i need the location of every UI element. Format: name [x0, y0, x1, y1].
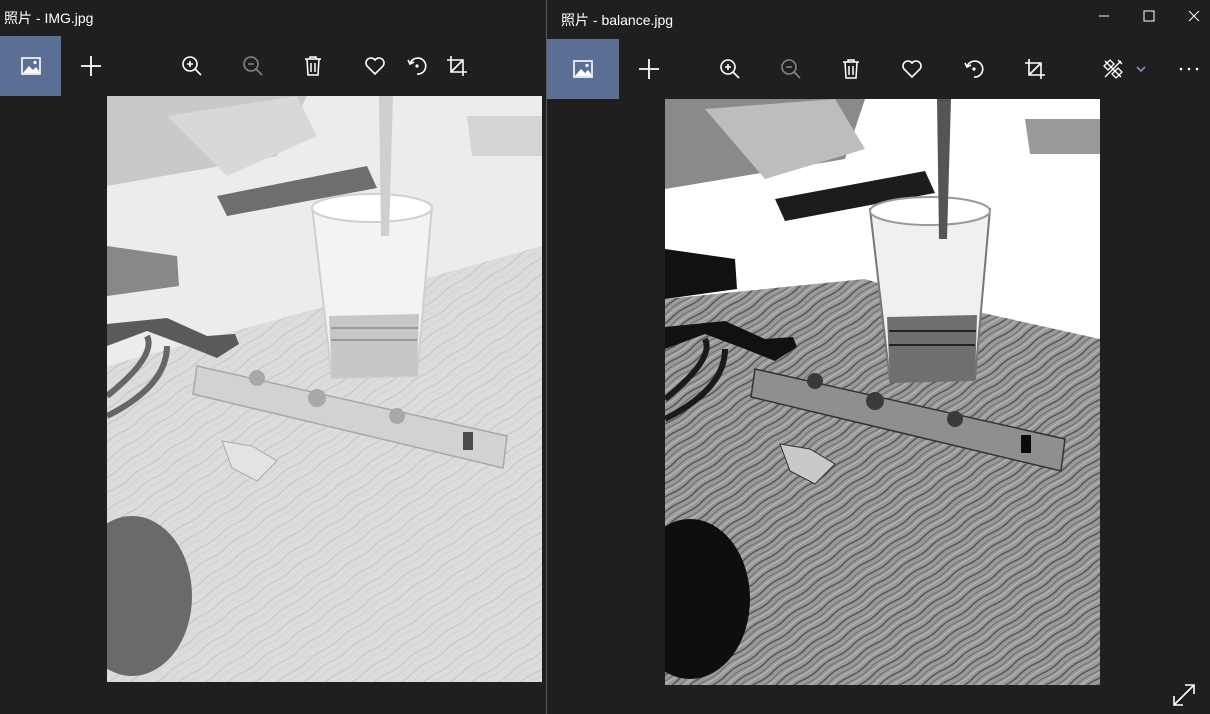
- maximize-icon: [1143, 10, 1155, 22]
- chevron-down-icon: [1136, 66, 1146, 73]
- edit-icon: [1103, 59, 1123, 79]
- edit-dropdown-button[interactable]: [1130, 39, 1152, 99]
- rotate-button[interactable]: [952, 39, 996, 99]
- close-icon: [1188, 10, 1200, 22]
- zoom-out-icon: [243, 56, 263, 76]
- rotate-icon: [407, 57, 427, 75]
- photo-viewer[interactable]: [665, 99, 1100, 685]
- delete-icon: [843, 59, 859, 79]
- window-title: 照片 - balance.jpg: [561, 12, 674, 28]
- gallery-button[interactable]: [547, 39, 619, 99]
- zoom-in-icon: [182, 56, 202, 76]
- zoom-in-button[interactable]: [708, 39, 752, 99]
- crop-icon: [1025, 59, 1045, 79]
- zoom-in-icon: [720, 59, 740, 79]
- add-button[interactable]: [69, 36, 113, 96]
- photo-image: [107, 96, 542, 682]
- crop-button[interactable]: [435, 36, 479, 96]
- close-button[interactable]: [1171, 0, 1210, 32]
- zoom-out-button[interactable]: [769, 39, 813, 99]
- favorite-button[interactable]: [890, 39, 934, 99]
- toolbar: [547, 39, 1210, 99]
- image-gallery-icon: [20, 57, 41, 75]
- delete-button[interactable]: [829, 39, 873, 99]
- photo-viewer[interactable]: [107, 96, 542, 682]
- expand-button[interactable]: [1169, 680, 1199, 710]
- favorite-icon: [365, 57, 385, 76]
- left-photos-window: 照片 - IMG.jpg: [0, 0, 544, 714]
- favorite-button[interactable]: [353, 36, 397, 96]
- add-button[interactable]: [627, 39, 671, 99]
- more-button[interactable]: [1167, 39, 1210, 99]
- edit-button[interactable]: [1091, 39, 1135, 99]
- zoom-out-icon: [781, 59, 801, 79]
- toolbar: [0, 36, 544, 96]
- rotate-button[interactable]: [395, 36, 439, 96]
- rotate-icon: [964, 60, 984, 78]
- zoom-in-button[interactable]: [170, 36, 214, 96]
- photo-image: [665, 99, 1100, 685]
- crop-button[interactable]: [1013, 39, 1057, 99]
- favorite-icon: [902, 60, 922, 79]
- image-gallery-icon: [573, 60, 593, 78]
- titlebar: 照片 - balance.jpg: [547, 0, 1210, 36]
- zoom-out-button[interactable]: [231, 36, 275, 96]
- minimize-icon: [1099, 15, 1109, 17]
- add-icon: [639, 59, 659, 79]
- more-icon: [1179, 67, 1199, 71]
- delete-button[interactable]: [291, 36, 335, 96]
- maximize-button[interactable]: [1126, 0, 1172, 32]
- minimize-button[interactable]: [1081, 0, 1127, 32]
- delete-icon: [305, 56, 321, 76]
- right-photos-window: 照片 - balance.jpg: [546, 0, 1210, 714]
- titlebar: 照片 - IMG.jpg: [0, 0, 544, 36]
- expand-icon: [1173, 684, 1195, 706]
- window-title: 照片 - IMG.jpg: [4, 10, 94, 26]
- add-icon: [81, 56, 101, 76]
- gallery-button[interactable]: [0, 36, 61, 96]
- crop-icon: [447, 56, 467, 76]
